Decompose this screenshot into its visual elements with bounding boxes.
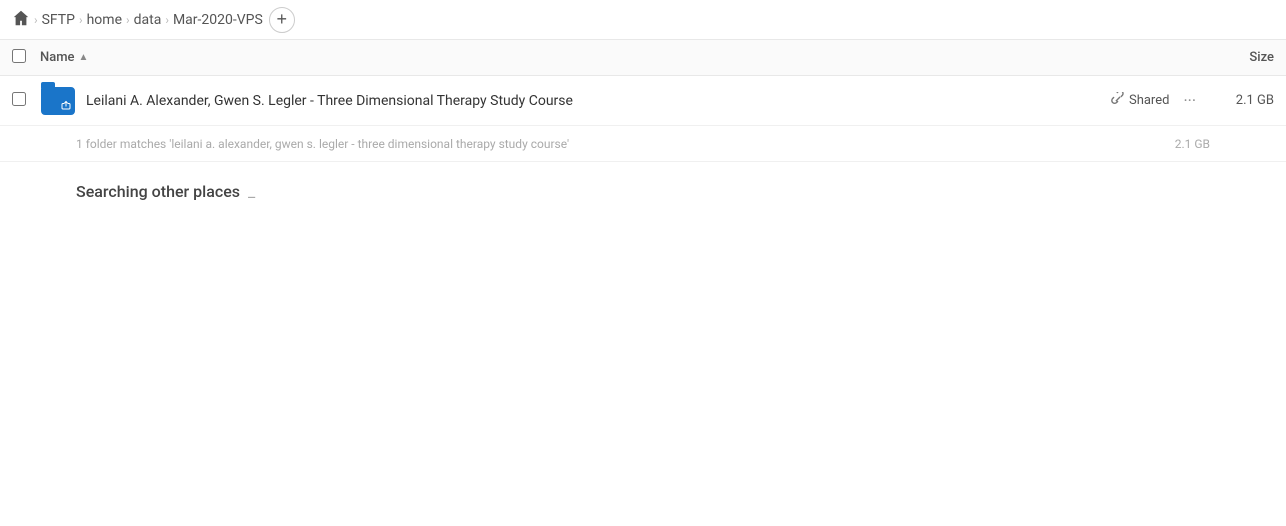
file-name-label: Leilani A. Alexander, Gwen S. Legler - T… — [86, 93, 1111, 109]
breadcrumb-sep-1: › — [79, 13, 83, 27]
breadcrumb: › SFTP › home › data › Mar-2020-VPS + — [0, 0, 1286, 40]
breadcrumb-data[interactable]: data — [134, 12, 162, 28]
more-options-button[interactable]: ··· — [1177, 89, 1202, 112]
file-actions: Shared ··· — [1111, 89, 1202, 112]
breadcrumb-home-dir[interactable]: home — [87, 12, 122, 28]
file-icon — [40, 83, 76, 119]
folder-link-icon — [61, 100, 71, 113]
row-checkbox-cell — [12, 92, 40, 110]
result-text: 1 folder matches 'leilani a. alexander, … — [76, 137, 1175, 151]
column-size-header: Size — [1194, 50, 1274, 65]
file-size: 2.1 GB — [1214, 93, 1274, 108]
breadcrumb-mar2020vps[interactable]: Mar-2020-VPS — [173, 12, 263, 28]
searching-indicator: _ — [248, 182, 255, 201]
sort-arrow-icon: ▲ — [79, 52, 89, 63]
breadcrumb-add-button[interactable]: + — [269, 7, 295, 33]
breadcrumb-home[interactable] — [12, 9, 30, 31]
table-row[interactable]: Leilani A. Alexander, Gwen S. Legler - T… — [0, 76, 1286, 126]
shared-badge: Shared — [1111, 92, 1169, 110]
folder-icon — [41, 87, 75, 115]
column-name-header[interactable]: Name ▲ — [40, 50, 1194, 65]
shared-label: Shared — [1129, 93, 1169, 108]
breadcrumb-sep-3: › — [165, 13, 169, 27]
breadcrumb-sep-0: › — [34, 13, 38, 27]
searching-label: Searching other places — [76, 182, 240, 201]
select-all-checkbox[interactable] — [12, 49, 26, 63]
breadcrumb-sftp[interactable]: SFTP — [42, 12, 75, 28]
breadcrumb-sep-2: › — [126, 13, 130, 27]
searching-section: Searching other places _ — [0, 162, 1286, 221]
link-icon — [1111, 92, 1125, 110]
home-icon — [12, 9, 30, 31]
row-checkbox[interactable] — [12, 92, 26, 106]
table-header: Name ▲ Size — [0, 40, 1286, 76]
result-info-row: 1 folder matches 'leilani a. alexander, … — [0, 126, 1286, 162]
result-size: 2.1 GB — [1175, 137, 1210, 151]
header-checkbox-cell — [12, 49, 40, 67]
